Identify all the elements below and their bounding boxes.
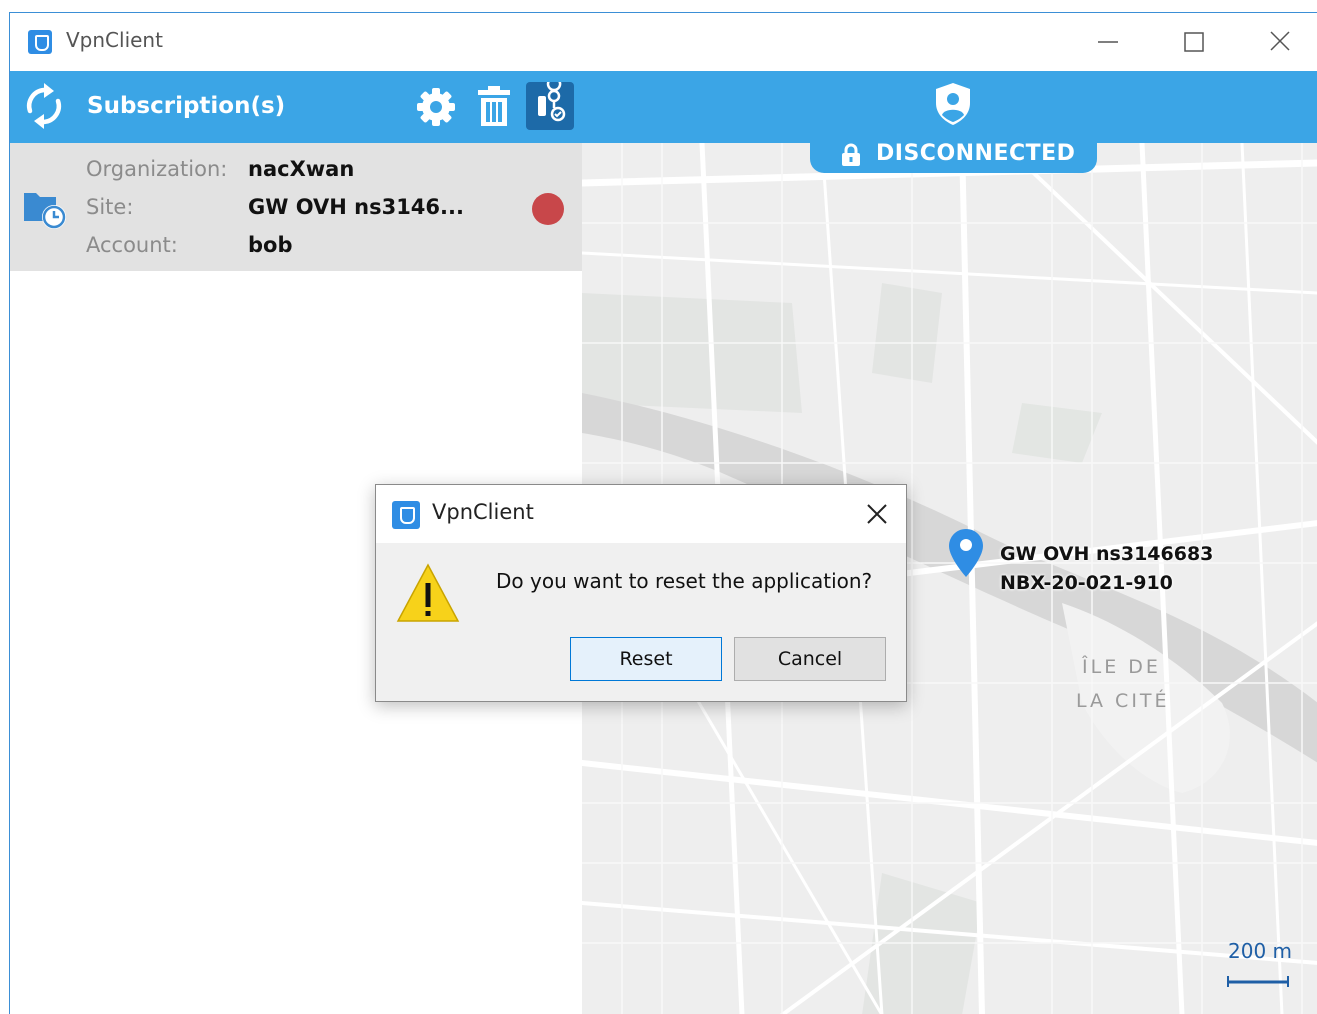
subscription-item[interactable]: Organization: nacXwan Site: GW OVH ns314… <box>10 143 582 271</box>
account-value: bob <box>248 233 293 257</box>
minimize-icon <box>1098 41 1118 43</box>
dialog-message: Do you want to reset the application? <box>496 569 873 593</box>
reset-button[interactable]: Reset <box>570 637 722 681</box>
maximize-button[interactable] <box>1174 25 1214 59</box>
close-button[interactable] <box>1260 25 1300 59</box>
route-icon <box>538 76 566 122</box>
window-titlebar: VpnClient <box>10 13 1317 71</box>
close-icon <box>867 504 887 524</box>
connection-status-text: DISCONNECTED <box>876 143 1076 166</box>
folder-clock-icon <box>24 193 66 229</box>
app-logo-icon <box>392 501 420 529</box>
sync-icon[interactable] <box>24 83 64 129</box>
toolbar: Subscription(s) <box>10 71 1317 143</box>
connection-status-dot <box>532 193 564 225</box>
maximize-icon <box>1184 32 1204 52</box>
map-scale-bar <box>1227 976 1289 987</box>
close-icon <box>1270 31 1290 51</box>
shield-user-icon <box>936 83 970 125</box>
site-label: Site: <box>86 195 134 219</box>
trash-icon[interactable] <box>472 85 516 129</box>
cancel-button[interactable]: Cancel <box>734 637 886 681</box>
connection-status-tab[interactable]: DISCONNECTED <box>810 143 1097 173</box>
window-title: VpnClient <box>66 28 163 52</box>
location-pin-icon[interactable] <box>946 527 986 579</box>
organization-value: nacXwan <box>248 157 355 181</box>
dialog-titlebar: VpnClient <box>376 485 906 543</box>
dialog-title: VpnClient <box>432 500 534 524</box>
app-logo-icon <box>28 30 52 54</box>
gateway-name-label: GW OVH ns3146683 <box>1000 543 1214 565</box>
subscriptions-title: Subscription(s) <box>87 93 286 119</box>
site-value: GW OVH ns3146... <box>248 195 464 219</box>
gateway-id-label: NBX-20-021-910 <box>1000 572 1173 594</box>
dialog-close-button[interactable] <box>860 497 894 531</box>
account-label: Account: <box>86 233 178 257</box>
place-label-line2: LA CITÉ <box>1076 690 1170 712</box>
organization-label: Organization: <box>86 157 228 181</box>
reset-confirm-dialog: VpnClient Do you want to reset the appli… <box>375 484 907 702</box>
map-scale-label: 200 m <box>1228 939 1293 963</box>
minimize-button[interactable] <box>1088 25 1128 59</box>
gear-icon[interactable] <box>414 85 458 129</box>
route-button[interactable] <box>526 76 574 130</box>
lock-icon <box>842 143 860 166</box>
warning-icon <box>396 563 460 622</box>
place-label-line1: ÎLE DE <box>1082 656 1161 678</box>
